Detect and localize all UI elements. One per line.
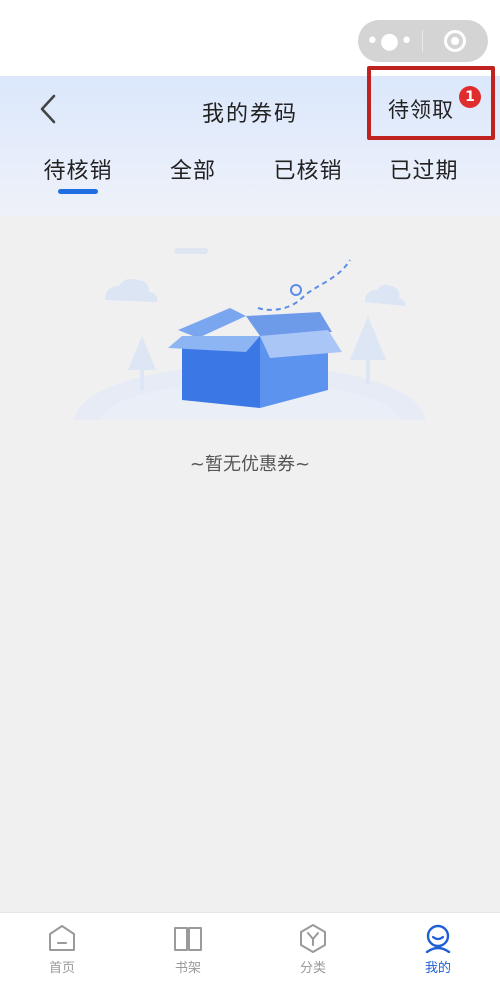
close-circle-icon	[444, 30, 466, 52]
nav-label-profile: 我的	[424, 961, 451, 976]
nav-label-bookshelf: 书架	[174, 961, 201, 976]
profile-icon	[425, 924, 451, 953]
more-dots-icon: •●•	[365, 28, 415, 54]
page-header: 我的券码 待领取 1 待核销 全部 已核销 已过期	[0, 66, 500, 216]
tab-pending-redeem[interactable]: 待核销	[40, 153, 116, 185]
bookshelf-icon	[174, 927, 202, 951]
tab-expired[interactable]: 已过期	[386, 153, 462, 185]
bottom-navigation: 首页 书架 分类 我的	[0, 912, 500, 1000]
nav-item-category[interactable]: 分类	[273, 923, 353, 976]
close-miniprogram-button[interactable]	[423, 20, 487, 62]
tab-redeemed[interactable]: 已核销	[270, 153, 346, 185]
empty-state-text: ~暂无优惠券~	[189, 454, 311, 475]
nav-label-home: 首页	[48, 961, 75, 976]
more-menu-button[interactable]: •●•	[358, 20, 422, 62]
tab-all[interactable]: 全部	[165, 153, 221, 185]
coupon-tabs: 待核销 全部 已核销 已过期	[0, 151, 500, 201]
nav-label-category: 分类	[299, 961, 326, 976]
nav-item-home[interactable]: 首页	[22, 923, 102, 976]
home-icon	[49, 925, 75, 951]
miniprogram-capsule: •●•	[358, 20, 488, 62]
category-icon	[300, 924, 326, 953]
nav-item-bookshelf[interactable]: 书架	[148, 923, 228, 976]
nav-item-profile[interactable]: 我的	[398, 923, 478, 976]
pending-claim-link[interactable]: 待领取	[388, 94, 454, 124]
active-tab-indicator	[58, 189, 98, 194]
pending-count-badge: 1	[459, 86, 481, 108]
status-area: •●•	[0, 0, 500, 76]
empty-box-illustration	[75, 248, 425, 420]
